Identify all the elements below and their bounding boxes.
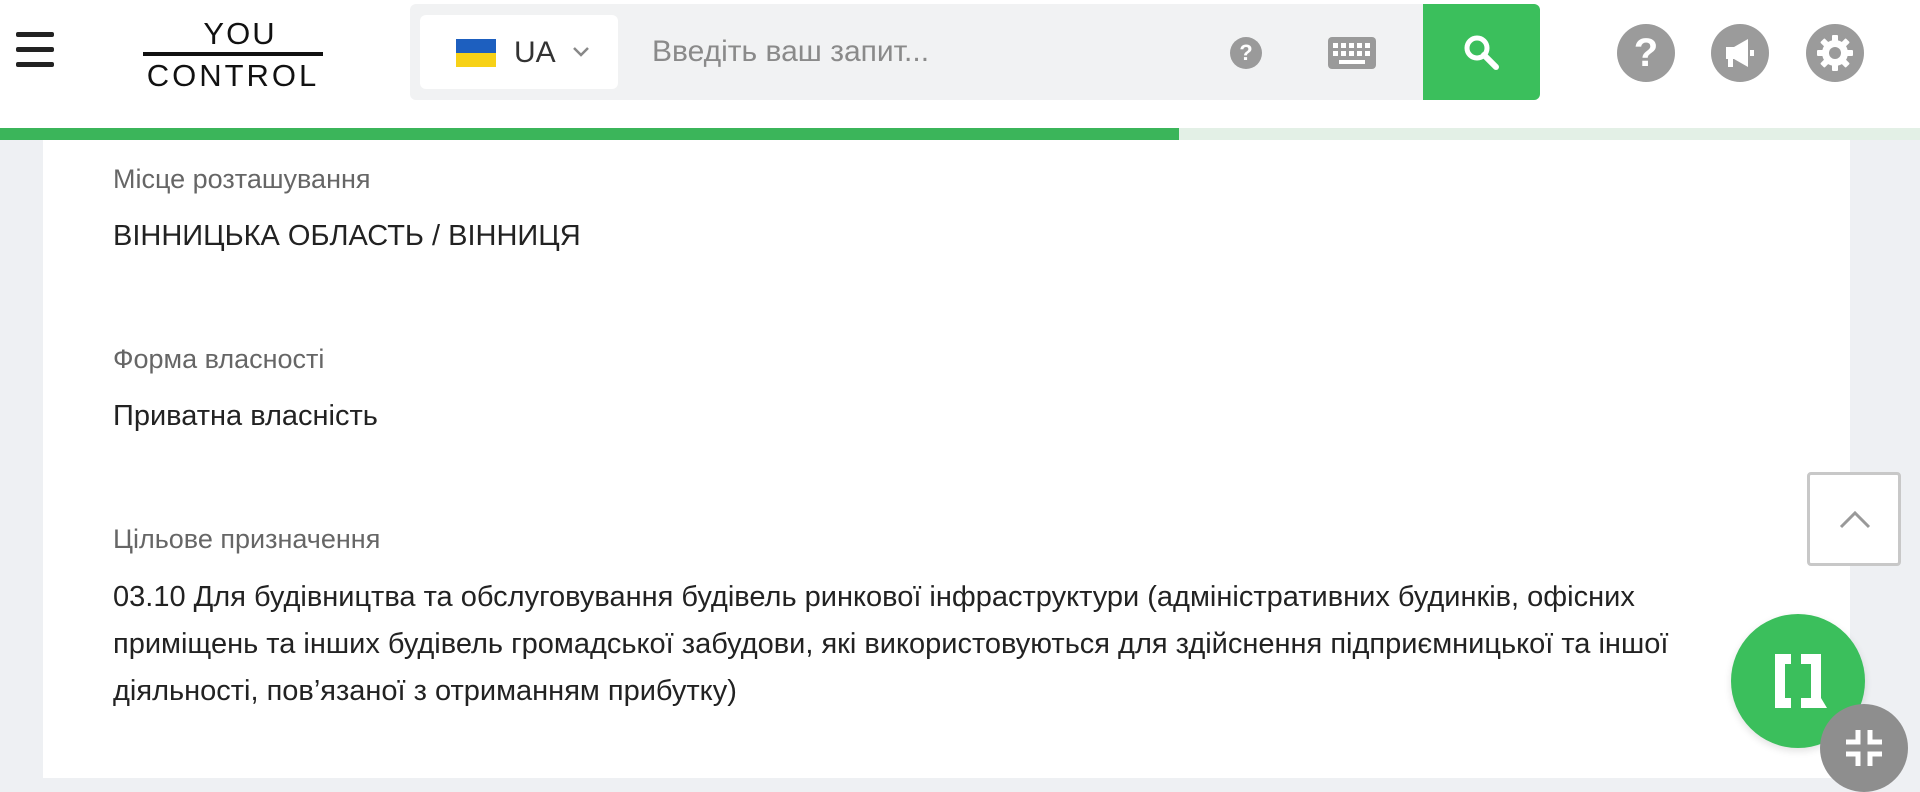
gear-icon <box>1817 35 1853 71</box>
top-header: YOU CONTROL UA ? <box>0 0 1920 128</box>
chevron-down-icon <box>573 47 589 57</box>
search-button[interactable] <box>1423 4 1540 100</box>
chevron-up-icon <box>1839 510 1871 529</box>
language-code: UA <box>514 36 556 69</box>
search-help-icon[interactable]: ? <box>1230 37 1262 69</box>
collapse-button[interactable] <box>1820 704 1908 792</box>
chat-bracket-icon <box>1775 654 1827 708</box>
purpose-label: Цільове призначення <box>113 524 381 554</box>
megaphone-icon <box>1726 39 1754 67</box>
page-progress-bar <box>0 128 1920 140</box>
location-value: ВІННИЦЬКА ОБЛАСТЬ / ВІННИЦЯ <box>113 220 581 252</box>
progress-fill <box>0 128 1179 140</box>
hamburger-menu-icon[interactable] <box>14 30 58 70</box>
purpose-value: 03.10 Для будівництва та обслуговування … <box>113 581 1669 707</box>
location-label: Місце розташування <box>113 164 371 194</box>
details-card: Місце розташування ВІННИЦЬКА ОБЛАСТЬ / В… <box>43 128 1850 778</box>
collapse-arrows-icon <box>1846 730 1882 766</box>
logo-line2: CONTROL <box>147 58 320 90</box>
keyboard-icon[interactable] <box>1327 35 1377 71</box>
magnifier-icon <box>1464 35 1499 70</box>
search-input[interactable] <box>652 22 1212 82</box>
ukraine-flag-icon <box>456 39 496 67</box>
question-icon: ? <box>1633 31 1659 75</box>
ownership-value: Приватна власність <box>113 400 378 432</box>
language-select[interactable]: UA <box>420 15 618 89</box>
settings-button[interactable] <box>1806 24 1864 82</box>
help-button[interactable]: ? <box>1617 24 1675 82</box>
youcontrol-logo[interactable]: YOU CONTROL <box>140 14 326 93</box>
scroll-to-top-button[interactable] <box>1807 472 1901 566</box>
ownership-label: Форма власності <box>113 344 325 374</box>
announcements-button[interactable] <box>1711 24 1769 82</box>
logo-line1: YOU <box>203 16 276 51</box>
search-bar: UA ? <box>410 4 1540 100</box>
